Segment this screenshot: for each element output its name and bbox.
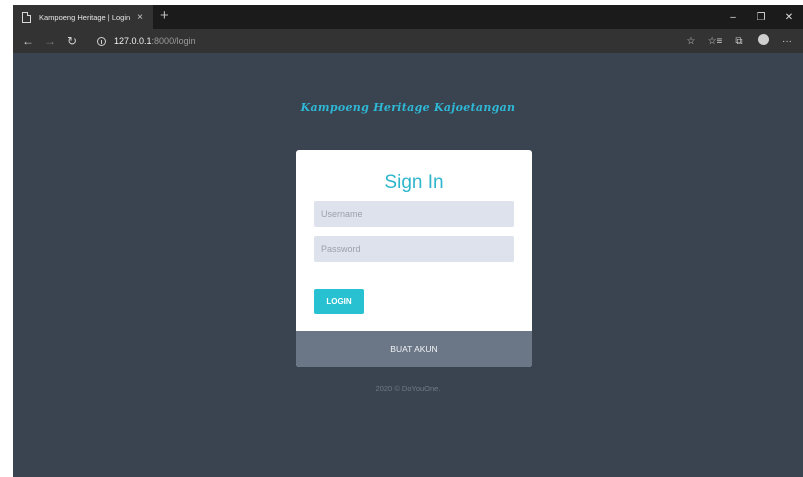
page-icon bbox=[22, 11, 31, 23]
password-input[interactable] bbox=[314, 236, 514, 262]
new-tab-icon[interactable]: + bbox=[160, 7, 169, 25]
login-card: Sign In LOGIN BUAT AKUN bbox=[296, 150, 532, 367]
back-icon[interactable]: ← bbox=[17, 34, 39, 48]
create-account-button[interactable]: BUAT AKUN bbox=[296, 331, 532, 367]
site-info-icon[interactable] bbox=[97, 36, 106, 46]
window-controls: – ❐ ✕ bbox=[719, 5, 803, 29]
tab-login[interactable]: Kampoeng Heritage | Login × bbox=[13, 5, 153, 29]
browser-window: Kampoeng Heritage | Login × + – ❐ ✕ ← → … bbox=[13, 5, 803, 477]
minimize-icon[interactable]: – bbox=[719, 12, 747, 23]
more-icon[interactable]: ··· bbox=[775, 36, 799, 47]
url-path: :8000/login bbox=[151, 36, 196, 46]
tab-close-icon[interactable]: × bbox=[137, 12, 143, 23]
copyright-text: 2020 © DoYouOne. bbox=[375, 384, 441, 393]
login-button[interactable]: LOGIN bbox=[314, 289, 364, 314]
favorite-star-icon[interactable]: ☆ bbox=[679, 36, 703, 47]
profile-avatar[interactable] bbox=[751, 34, 775, 48]
tab-bar: Kampoeng Heritage | Login × + – ❐ ✕ bbox=[13, 5, 803, 29]
reload-icon[interactable]: ↻ bbox=[61, 34, 83, 48]
address-bar: ← → ↻ 127.0.0.1:8000/login ☆ ☆≡ ⧉ ··· bbox=[13, 29, 803, 53]
username-input[interactable] bbox=[314, 201, 514, 227]
forward-icon[interactable]: → bbox=[39, 34, 61, 48]
favorites-icon[interactable]: ☆≡ bbox=[703, 36, 727, 47]
collections-icon[interactable]: ⧉ bbox=[727, 36, 751, 47]
url-host: 127.0.0.1 bbox=[114, 36, 152, 46]
toolbar-actions: ☆ ☆≡ ⧉ ··· bbox=[679, 29, 799, 53]
url-field[interactable]: 127.0.0.1:8000/login bbox=[114, 36, 196, 46]
restore-icon[interactable]: ❐ bbox=[747, 12, 775, 23]
tab-title: Kampoeng Heritage | Login bbox=[39, 12, 131, 22]
site-brand: Kampoeng Heritage Kajoetangan bbox=[300, 101, 516, 114]
sign-in-title: Sign In bbox=[384, 172, 444, 193]
page-content: Kampoeng Heritage Kajoetangan Sign In LO… bbox=[13, 53, 803, 477]
close-icon[interactable]: ✕ bbox=[775, 12, 803, 23]
